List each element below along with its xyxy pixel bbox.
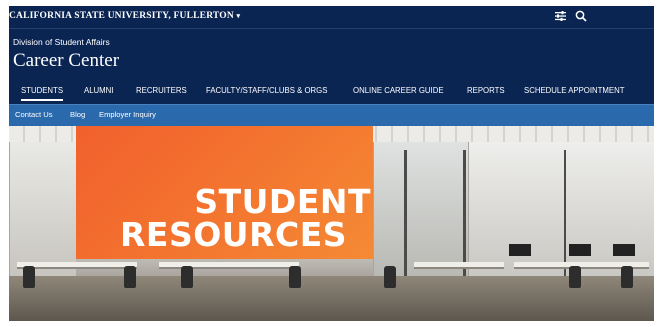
page-frame: CALIFORNIA STATE UNIVERSITY, FULLERTON ▾… — [9, 6, 654, 321]
hero-floor — [9, 276, 654, 321]
hero-chair — [124, 266, 136, 288]
hero-desk — [159, 262, 299, 269]
hero-desk — [17, 262, 137, 269]
hero-chair — [289, 266, 301, 288]
hero-glass-room — [373, 142, 469, 282]
hero-title-line1: STUDENT — [194, 182, 371, 221]
sliders-icon[interactable] — [555, 11, 566, 21]
site-title[interactable]: Career Center — [13, 50, 119, 72]
hero-chair — [181, 266, 193, 288]
hero-wall-panel-right — [468, 142, 654, 282]
university-caret-icon: ▾ — [236, 12, 241, 20]
subnav-contact-us[interactable]: Contact Us — [15, 110, 53, 119]
hero-chair — [384, 266, 396, 288]
nav-item-alumni[interactable]: ALUMNI — [84, 86, 113, 95]
hero-chair — [621, 266, 633, 288]
division-label[interactable]: Division of Student Affairs — [13, 37, 110, 47]
hero-desk — [414, 262, 504, 269]
search-icon[interactable] — [575, 10, 587, 22]
hero-chair — [569, 266, 581, 288]
hero-monitor — [509, 244, 531, 256]
hero-banner: STUDENT RESOURCES — [9, 126, 654, 321]
hero-title-box: STUDENT RESOURCES — [76, 126, 373, 259]
university-name-text: CALIFORNIA STATE UNIVERSITY, FULLERTON — [9, 11, 234, 21]
nav-item-faculty-staff-clubs[interactable]: FACULTY/STAFF/CLUBS & ORGS — [206, 86, 327, 95]
main-nav: STUDENTS ALUMNI RECRUITERS FACULTY/STAFF… — [9, 82, 654, 104]
nav-item-schedule-appointment[interactable]: SCHEDULE APPOINTMENT — [524, 86, 625, 95]
hero-monitor — [613, 244, 635, 256]
sub-nav: Contact Us Blog Employer Inquiry — [9, 104, 654, 126]
nav-item-online-career-guide[interactable]: ONLINE CAREER GUIDE — [353, 86, 444, 95]
nav-item-recruiters[interactable]: RECRUITERS — [136, 86, 187, 95]
hero-title-line2: RESOURCES — [120, 215, 348, 254]
hero-monitor — [569, 244, 591, 256]
hero-chair — [23, 266, 35, 288]
nav-item-students[interactable]: STUDENTS — [21, 86, 64, 101]
hero-wall-panel — [9, 142, 76, 282]
nav-item-reports[interactable]: REPORTS — [467, 86, 505, 95]
subnav-blog[interactable]: Blog — [70, 110, 85, 119]
university-bar: CALIFORNIA STATE UNIVERSITY, FULLERTON ▾ — [9, 6, 654, 29]
subnav-employer-inquiry[interactable]: Employer Inquiry — [99, 110, 156, 119]
university-name[interactable]: CALIFORNIA STATE UNIVERSITY, FULLERTON ▾ — [9, 11, 240, 21]
